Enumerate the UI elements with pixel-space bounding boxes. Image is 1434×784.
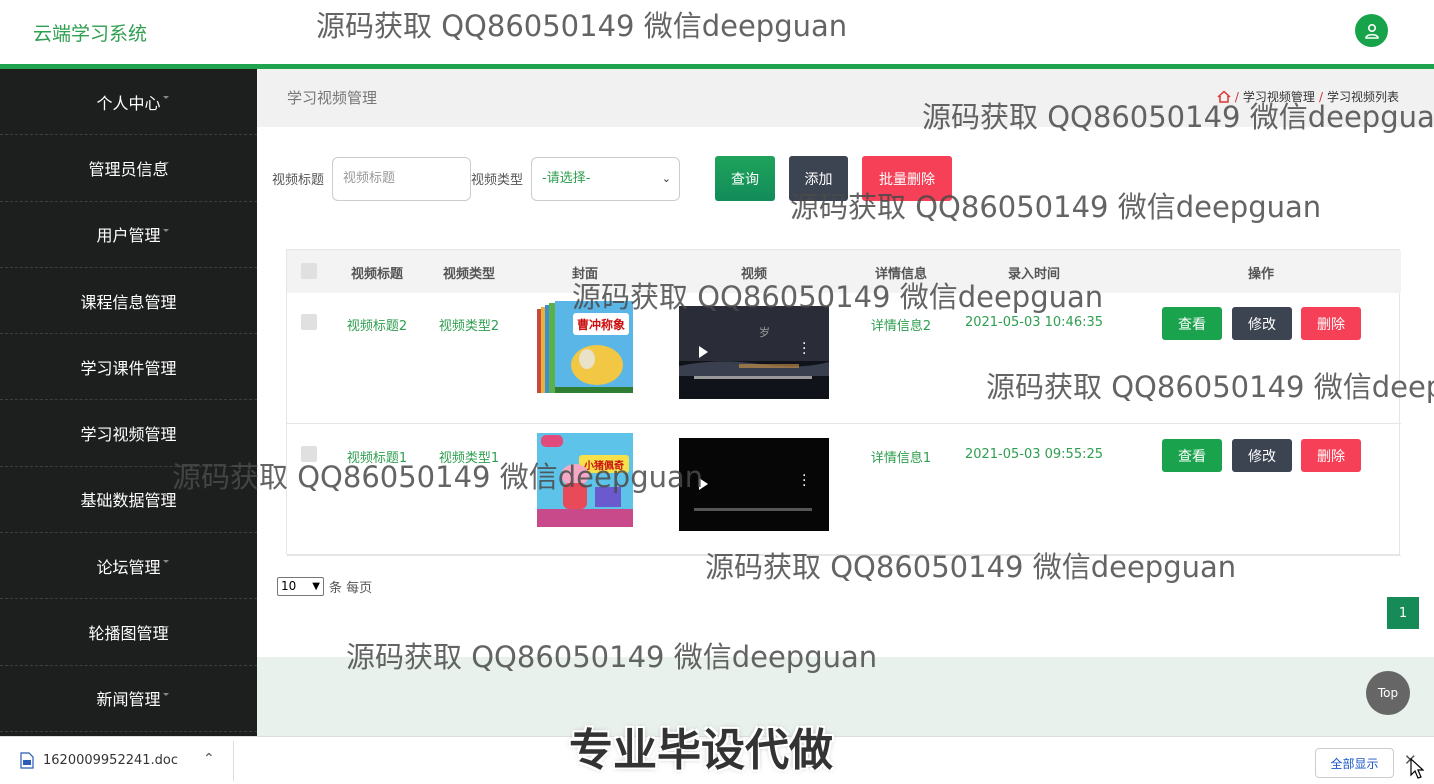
breadcrumb-item: 学习视频列表 <box>1326 90 1399 104</box>
main-content: 学习视频管理 / 学习视频管理 / 学习视频列表 视频标题 视频标题 视频类型 … <box>257 69 1434 736</box>
footer-band <box>257 657 1434 736</box>
back-to-top-button[interactable]: Top <box>1366 671 1410 715</box>
header-created-time: 录入时间 <box>1007 267 1060 282</box>
chevron-down-icon <box>163 626 169 630</box>
video-type-cell: 视频类型1 <box>438 451 500 466</box>
video-title-cell: 视频标题1 <box>346 451 408 466</box>
edit-button[interactable]: 修改 <box>1232 307 1292 340</box>
breadcrumb: / 学习视频管理 / 学习视频列表 <box>1217 88 1399 105</box>
breadcrumb-separator: / <box>1318 89 1323 104</box>
chevron-down-icon: ⌄ <box>661 172 671 185</box>
type-label: 视频类型 <box>471 173 524 188</box>
sidebar-item-course-info[interactable]: 课程信息管理 <box>0 268 257 335</box>
page-size-select[interactable]: 10 ▼ <box>277 577 324 596</box>
user-icon <box>1364 23 1379 39</box>
cover-image: 曹冲称象 <box>535 299 635 397</box>
video-player[interactable]: · · · <box>679 438 829 531</box>
play-icon[interactable] <box>699 478 708 490</box>
view-button[interactable]: 查看 <box>1162 307 1222 340</box>
chevron-down-icon <box>163 162 169 166</box>
created-time-cell: 2021-05-03 10:46:35 <box>964 315 1104 330</box>
cover-image: 小猪佩奇 <box>535 431 635 529</box>
home-icon[interactable] <box>1217 90 1231 103</box>
query-button[interactable]: 查询 <box>715 156 775 201</box>
top-header: 云端学习系统 <box>0 0 1434 64</box>
download-item[interactable]: 1620009952241.doc <box>20 752 178 769</box>
header-actions: 操作 <box>1247 267 1274 282</box>
sidebar-item-admin-info[interactable]: 管理员信息 <box>0 135 257 202</box>
cover-title-text: 曹冲称象 <box>577 317 625 332</box>
chevron-down-icon <box>163 96 169 99</box>
sidebar-item-video-management[interactable]: 学习视频管理 <box>0 400 257 467</box>
breadcrumb-item[interactable]: 学习视频管理 <box>1243 88 1315 105</box>
video-progress-bar[interactable] <box>694 508 812 511</box>
batch-delete-button[interactable]: 批量删除 <box>862 156 952 201</box>
show-all-downloads-button[interactable]: 全部显示 <box>1315 748 1394 778</box>
delete-button[interactable]: 删除 <box>1301 307 1361 340</box>
document-icon <box>20 752 34 769</box>
table-row: 视频标题2 视频类型2 曹冲称象 岁 · · · 详情信息2 2021-05-0… <box>287 293 1401 424</box>
svg-text:岁: 岁 <box>759 325 770 339</box>
delete-button[interactable]: 删除 <box>1301 439 1361 472</box>
chevron-down-icon <box>163 228 169 232</box>
breadcrumb-separator: / <box>1234 89 1239 104</box>
video-progress-bar[interactable] <box>694 376 812 379</box>
detail-cell[interactable]: 详情信息1 <box>861 447 941 466</box>
row-checkbox[interactable] <box>301 314 317 330</box>
chevron-down-icon <box>163 361 169 365</box>
more-options-icon[interactable]: · · · <box>802 337 806 361</box>
sidebar-item-news[interactable]: 新闻管理 <box>0 666 257 732</box>
sidebar-item-carousel[interactable]: 轮播图管理 <box>0 599 257 666</box>
more-options-icon[interactable]: · · · <box>802 469 806 493</box>
download-divider <box>233 741 234 781</box>
add-button[interactable]: 添加 <box>789 156 848 201</box>
sidebar: 个人中心 管理员信息 用户管理 课程信息管理 学习课件管理 学习视频管理 基础数… <box>0 69 257 736</box>
cover-title-text: 小猪佩奇 <box>583 459 624 472</box>
row-checkbox[interactable] <box>301 446 317 462</box>
sidebar-item-base-data[interactable]: 基础数据管理 <box>0 467 257 534</box>
table-row: 视频标题1 视频类型1 小猪佩奇 · · · 详情信息1 2021-05-03 … <box>287 425 1401 556</box>
sidebar-item-courseware[interactable]: 学习课件管理 <box>0 334 257 401</box>
table-header: 视频标题 视频类型 封面 视频 详情信息 录入时间 操作 <box>287 250 1401 293</box>
chevron-down-icon <box>163 427 169 431</box>
video-player[interactable]: 岁 · · · <box>679 306 829 399</box>
play-icon[interactable] <box>699 346 708 358</box>
header-detail: 详情信息 <box>874 267 927 282</box>
view-button[interactable]: 查看 <box>1162 439 1222 472</box>
header-video: 视频 <box>740 267 767 282</box>
chevron-down-icon <box>163 294 169 298</box>
sidebar-item-personal-center[interactable]: 个人中心 <box>0 69 257 136</box>
chevron-up-icon[interactable]: ⌃ <box>203 751 215 767</box>
detail-cell[interactable]: 详情信息2 <box>861 315 941 334</box>
chevron-down-icon <box>163 692 169 696</box>
header-cover: 封面 <box>571 267 598 282</box>
page-size-control: 10 ▼ 条 每页 <box>277 577 372 596</box>
video-title-cell: 视频标题2 <box>346 319 408 334</box>
per-page-label: 条 每页 <box>329 581 373 596</box>
title-label: 视频标题 <box>272 173 325 188</box>
page-button-current[interactable]: 1 <box>1387 597 1419 629</box>
select-all-checkbox[interactable] <box>301 263 317 279</box>
download-file-name: 1620009952241.doc <box>43 753 179 768</box>
sidebar-item-user-management[interactable]: 用户管理 <box>0 202 257 268</box>
watermark-banner: 专业毕设代做 <box>569 725 833 776</box>
chevron-down-icon <box>163 493 169 497</box>
mouse-cursor-icon <box>1410 758 1424 779</box>
user-avatar[interactable] <box>1355 14 1388 47</box>
edit-button[interactable]: 修改 <box>1232 439 1292 472</box>
breadcrumb-bar: 学习视频管理 / 学习视频管理 / 学习视频列表 <box>257 69 1434 127</box>
title-search-input[interactable]: 视频标题 <box>332 157 471 201</box>
chevron-down-icon: ▼ <box>312 581 320 592</box>
type-select[interactable]: -请选择- ⌄ <box>531 157 680 201</box>
video-table: 视频标题 视频类型 封面 视频 详情信息 录入时间 操作 视频标题2 视频类型2 <box>286 249 1401 556</box>
header-video-type: 视频类型 <box>442 267 495 282</box>
created-time-cell: 2021-05-03 09:55:25 <box>964 447 1104 462</box>
video-type-cell: 视频类型2 <box>438 319 500 334</box>
header-video-title: 视频标题 <box>350 267 403 282</box>
chevron-down-icon <box>163 560 169 564</box>
app-title: 云端学习系统 <box>33 23 148 45</box>
sidebar-item-forum[interactable]: 论坛管理 <box>0 533 257 600</box>
page-title: 学习视频管理 <box>287 89 378 107</box>
